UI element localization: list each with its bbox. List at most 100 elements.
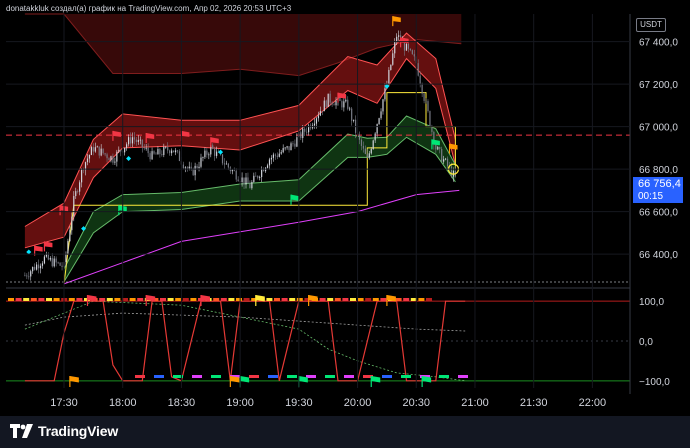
candle-body xyxy=(71,216,73,231)
candle-body xyxy=(231,170,233,172)
osc-strip-bottom-cell xyxy=(211,375,221,378)
candle-body xyxy=(65,253,67,263)
time-tick-label: 18:30 xyxy=(168,397,196,409)
osc-strip-cell xyxy=(38,298,45,301)
candle-body xyxy=(32,266,34,272)
candle-body xyxy=(413,54,415,57)
candle-body xyxy=(153,151,155,154)
candle-body xyxy=(149,153,151,160)
osc-strip-cell xyxy=(53,298,60,301)
tradingview-logo[interactable]: TradingView xyxy=(10,423,118,439)
candle-body xyxy=(194,165,196,176)
candle-body xyxy=(26,275,28,277)
candle-body xyxy=(255,175,257,177)
candle-body xyxy=(374,133,376,141)
time-tick-label: 18:00 xyxy=(109,397,137,409)
candle-body xyxy=(126,144,128,148)
candle-body xyxy=(431,126,433,132)
osc-strip-cell xyxy=(281,298,288,301)
candle-body xyxy=(190,166,192,169)
candle-body xyxy=(28,276,30,278)
candle-body xyxy=(290,143,292,151)
chart-frame: 66 400,0 66 600,0 66 800,0 67 000,0 67 200,0… xyxy=(0,0,690,448)
candle-body xyxy=(390,64,392,70)
candle-body xyxy=(429,111,431,127)
candle-body xyxy=(184,167,186,169)
candle-body xyxy=(286,146,288,148)
candle-body xyxy=(227,163,229,168)
osc-strip-cell xyxy=(99,298,106,301)
candle-body xyxy=(102,148,104,154)
candle-body xyxy=(333,104,335,106)
candle-body xyxy=(36,264,38,270)
candle-body xyxy=(435,144,437,150)
candle-body xyxy=(82,169,85,171)
candle-body xyxy=(143,147,145,149)
candle-body xyxy=(208,154,210,156)
osc-strip-cell xyxy=(289,298,296,301)
candle-body xyxy=(137,139,139,142)
osc-strip-bottom-cell xyxy=(154,375,164,378)
candle-body xyxy=(88,155,91,159)
candle-body xyxy=(270,157,273,160)
candle-body xyxy=(157,148,159,155)
candle-body xyxy=(169,150,171,154)
candle-body xyxy=(106,154,108,159)
candle-body xyxy=(407,43,410,49)
candle-body xyxy=(347,99,349,109)
candle-body xyxy=(100,148,102,156)
candle-body xyxy=(423,93,425,101)
candle-body xyxy=(145,147,147,149)
candle-body xyxy=(182,164,184,169)
candle-body xyxy=(251,181,253,189)
candle-body xyxy=(79,182,81,192)
osc-tick-label: 0,0 xyxy=(639,337,653,348)
candle-body xyxy=(409,48,411,51)
candle-body xyxy=(53,258,55,267)
candle-body xyxy=(73,196,75,217)
candle-body xyxy=(425,100,427,102)
osc-strip-cell xyxy=(357,298,364,301)
osc-strip-cell xyxy=(114,298,121,301)
candle-body xyxy=(280,152,282,154)
candle-body xyxy=(443,159,445,162)
candle-body xyxy=(114,161,116,163)
candle-body xyxy=(196,165,198,169)
candle-body xyxy=(304,128,306,132)
candle-body xyxy=(174,150,177,153)
candle-body xyxy=(214,148,216,156)
candle-body xyxy=(96,146,98,148)
candle-body xyxy=(110,156,112,161)
candle-body xyxy=(384,88,386,100)
candle-body xyxy=(370,149,372,154)
candle-body xyxy=(292,143,294,145)
candle-body xyxy=(282,148,284,153)
candle-body xyxy=(382,99,384,112)
candle-body xyxy=(57,262,59,264)
candle-body xyxy=(446,158,449,167)
candle-body xyxy=(272,154,274,158)
candle-body xyxy=(296,137,298,147)
candle-body xyxy=(417,63,419,76)
candle-body xyxy=(235,170,237,180)
osc-strip-cell xyxy=(342,298,349,301)
candle-body xyxy=(176,150,179,152)
candle-body xyxy=(372,140,374,150)
price-tick-label: 66 600,0 xyxy=(639,208,678,219)
osc-strip-bottom-cell xyxy=(344,375,354,378)
candle-body xyxy=(421,83,423,94)
currency-button[interactable]: USDT xyxy=(636,18,666,32)
candle-body xyxy=(392,53,394,65)
candle-body xyxy=(274,154,276,156)
candle-body xyxy=(159,148,161,155)
time-tick-label: 19:30 xyxy=(285,397,313,409)
last-price-tag: 66 756,4 00:15 xyxy=(633,177,683,203)
candle-body xyxy=(204,150,206,158)
osc-strip-cell xyxy=(175,298,182,301)
candle-body xyxy=(151,151,153,160)
osc-strip-bottom-cell xyxy=(287,375,297,378)
candle-body xyxy=(358,134,361,140)
candle-body xyxy=(47,254,49,260)
candle-body xyxy=(329,93,331,103)
candle-body xyxy=(300,132,302,139)
